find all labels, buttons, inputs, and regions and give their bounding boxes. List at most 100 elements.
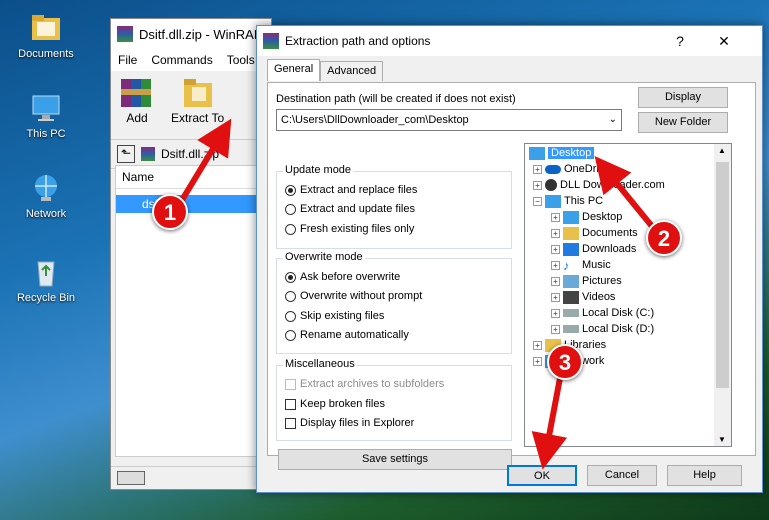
desktop-icon-network[interactable]: Network (6, 172, 86, 220)
tree-item-desktop-root[interactable]: Desktop (529, 145, 595, 161)
tree-item-this-pc[interactable]: − This PC (533, 193, 603, 209)
misc-label: Miscellaneous (283, 358, 357, 370)
expand-icon[interactable]: + (533, 180, 542, 190)
checkbox[interactable] (285, 417, 296, 429)
cancel-button[interactable]: Cancel (587, 465, 657, 486)
overwrite-mode-group: Overwrite mode Ask before overwrite Over… (276, 251, 512, 354)
tree-item-local-disk-c[interactable]: + Local Disk (C:) (551, 305, 654, 321)
update-mode-group: Update mode Extract and replace files Ex… (276, 164, 512, 249)
close-icon[interactable]: ✕ (704, 26, 744, 56)
chevron-down-icon[interactable]: ⌄ (609, 110, 617, 130)
tree-item-videos[interactable]: + Videos (551, 289, 615, 305)
expand-icon[interactable]: + (551, 276, 560, 286)
computer-icon (29, 92, 63, 124)
radio-extract-replace[interactable]: Extract and replace files (285, 184, 417, 196)
expand-icon[interactable]: + (551, 292, 560, 302)
radio[interactable] (285, 203, 296, 215)
tree-item-local-disk-d[interactable]: + Local Disk (D:) (551, 321, 654, 337)
desktop-icon-documents[interactable]: Documents (6, 12, 86, 60)
overwrite-mode-label: Overwrite mode (283, 251, 365, 263)
add-label: Add (126, 111, 148, 125)
desktop-icon-label: Documents (18, 48, 74, 60)
destination-path-value: C:\Users\DllDownloader_com\Desktop (281, 114, 469, 126)
radio-fresh-existing[interactable]: Fresh existing files only (285, 223, 414, 235)
expand-icon[interactable]: + (533, 340, 542, 350)
tree-item-documents[interactable]: + Documents (551, 225, 638, 241)
tree-item-downloads[interactable]: + Downloads (551, 241, 636, 257)
winrar-window: Dsitf.dll.zip - WinRAR File Commands Too… (110, 18, 272, 490)
add-button[interactable]: Add (117, 75, 157, 135)
radio-rename-auto[interactable]: Rename automatically (285, 329, 409, 341)
radio-extract-update[interactable]: Extract and update files (285, 203, 415, 215)
tab-advanced[interactable]: Advanced (320, 61, 384, 81)
dialog-title: Extraction path and options (285, 34, 431, 48)
desktop-icon-label: This PC (26, 128, 66, 140)
file-row[interactable]: dsitf.dll (116, 195, 268, 213)
extract-to-button[interactable]: Extract To (171, 75, 224, 135)
expand-icon[interactable]: + (533, 164, 542, 174)
collapse-icon[interactable]: − (533, 196, 542, 206)
help-button[interactable]: Help (667, 465, 742, 486)
tree-scrollbar[interactable]: ▲ ▼ (714, 144, 731, 446)
music-icon: ♪ (563, 257, 570, 273)
expand-icon[interactable]: + (551, 260, 560, 270)
tree-label: Desktop (582, 211, 623, 223)
drive-icon (563, 325, 579, 333)
help-title-button[interactable]: ? (660, 26, 700, 56)
ok-button[interactable]: OK (507, 465, 577, 486)
expand-icon[interactable]: + (533, 356, 542, 366)
new-folder-button[interactable]: New Folder (638, 112, 728, 133)
winrar-app-icon (263, 33, 279, 49)
radio[interactable] (285, 223, 296, 235)
archive-icon (141, 147, 155, 161)
extract-to-label: Extract To (171, 111, 225, 125)
destination-path-input[interactable]: C:\Users\DllDownloader_com\Desktop ⌄ (276, 109, 622, 131)
expand-icon[interactable]: + (551, 308, 560, 318)
save-settings-button[interactable]: Save settings (278, 449, 512, 470)
checkbox[interactable] (285, 398, 296, 410)
tab-general[interactable]: General (267, 59, 321, 81)
menu-commands[interactable]: Commands (144, 53, 219, 67)
display-button[interactable]: Display (638, 87, 728, 108)
radio-overwrite-without[interactable]: Overwrite without prompt (285, 290, 422, 302)
file-list: Name dsitf.dll (115, 165, 269, 457)
tree-item-music[interactable]: + ♪ Music (551, 257, 611, 273)
expand-icon[interactable]: + (551, 324, 560, 334)
desktop-icon-this-pc[interactable]: This PC (6, 92, 86, 140)
winrar-app-icon (117, 26, 133, 42)
checkbox-extract-subfolders[interactable]: Extract archives to subfolders (285, 378, 444, 390)
tree-item-desktop[interactable]: + Desktop (551, 209, 622, 225)
radio-ask-before[interactable]: Ask before overwrite (285, 271, 400, 283)
folder-icon (29, 12, 63, 44)
radio-selected[interactable] (285, 184, 296, 196)
drive-icon (563, 309, 579, 317)
radio[interactable] (285, 329, 296, 341)
option-label: Extract archives to subfolders (300, 378, 445, 390)
expand-icon[interactable]: + (551, 212, 560, 222)
tree-item-onedrive[interactable]: + OneDrive (533, 161, 610, 177)
checkbox-keep-broken[interactable]: Keep broken files (285, 398, 385, 410)
radio-selected[interactable] (285, 271, 296, 283)
tree-item-pictures[interactable]: + Pictures (551, 273, 622, 289)
radio[interactable] (285, 290, 296, 302)
scroll-down-icon[interactable]: ▼ (718, 435, 726, 444)
update-mode-label: Update mode (283, 164, 354, 176)
desktop-icon (563, 210, 579, 224)
scrollbar-thumb[interactable] (716, 162, 729, 388)
winrar-toolbar: Add Extract To (111, 71, 271, 139)
scroll-up-icon[interactable]: ▲ (718, 146, 726, 155)
expand-icon[interactable]: + (551, 244, 560, 254)
step-marker-1: 1 (152, 194, 188, 230)
checkbox-display-explorer[interactable]: Display files in Explorer (285, 417, 414, 429)
up-folder-icon[interactable]: ⬑ (117, 145, 135, 163)
option-label: Extract and replace files (300, 184, 418, 196)
menu-file[interactable]: File (111, 53, 144, 67)
column-name-header[interactable]: Name (116, 166, 268, 189)
desktop-icon-recycle-bin[interactable]: Recycle Bin (6, 256, 86, 304)
desktop-icon-label: Network (25, 208, 67, 220)
radio-skip-existing[interactable]: Skip existing files (285, 310, 384, 322)
radio[interactable] (285, 310, 296, 322)
expand-icon[interactable]: + (551, 228, 560, 238)
tree-label: DLL Downloader.com (560, 179, 665, 191)
tree-item-dll-downloader[interactable]: + DLL Downloader.com (533, 177, 665, 193)
